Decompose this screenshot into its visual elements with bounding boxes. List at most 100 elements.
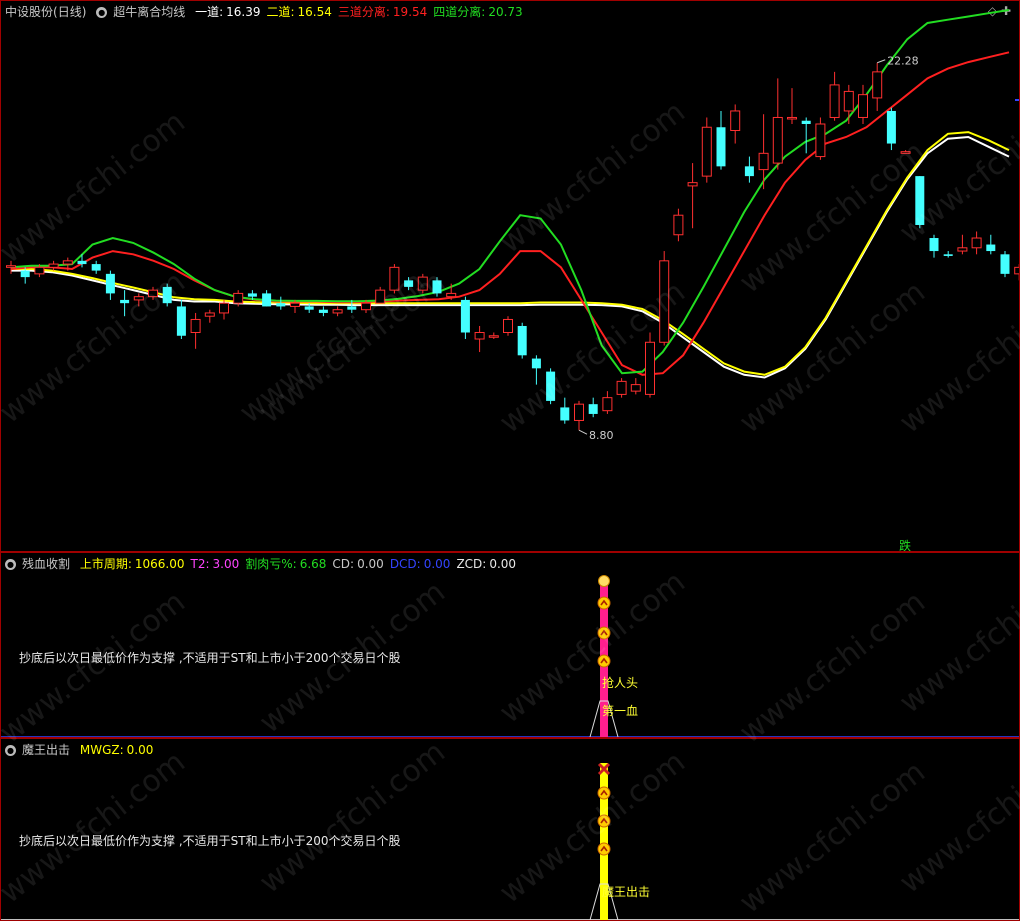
candle-body [843,90,854,112]
indicator2-chart[interactable]: 魔王出击 [1,739,1020,921]
param-value: 16.54 [297,5,332,19]
stock-name[interactable]: 中设股份 [5,5,53,19]
indicator2-pane[interactable]: ● 魔王出击 MWGZ: 0.00 魔王出击 抄底后以次日最低价作为支撑 ,不适用于… [0,738,1020,921]
candle [716,110,726,170]
candle-body [62,260,73,265]
candle-body [6,265,16,268]
candle-body [986,244,996,252]
param-value: 0.00 [423,557,451,571]
param-4: DCD: 0.00 [390,557,451,571]
candle-body [858,94,868,118]
candle-body [900,151,911,154]
indicator2-toggle-icon[interactable]: ● [5,745,16,756]
candle [190,312,201,349]
up-arrow-icon [597,626,611,640]
candle-body [446,292,457,298]
ma-line-四道分离 [10,9,1010,375]
param-value: 0.00 [489,557,517,571]
ma-line-二道 [11,131,1010,376]
param-value: 0.00 [126,743,154,757]
candle-body [560,407,570,421]
candle [957,234,968,255]
indicator1-name[interactable]: 残血收割 [22,557,70,571]
candle [616,378,627,398]
candle-body [176,306,186,336]
param-label: CD: [332,557,355,571]
indicator1-pane[interactable]: ● 残血收割 上市周期: 1066.00 T2: 3.00 割肉亏%: 6.68 CD: 0.0… [0,552,1020,738]
candle [546,368,556,405]
arrow-badge [597,786,611,800]
candle [531,355,541,385]
param-label: 四道分离: [433,5,486,19]
param-value: 3.00 [212,557,240,571]
candle-body [801,120,811,124]
candle [858,84,868,124]
candle [6,260,16,274]
up-arrow-icon [597,654,611,668]
candle-body [247,293,257,297]
candle [474,325,485,353]
candle-body [148,289,158,298]
indicator2-name[interactable]: 魔王出击 [22,743,70,757]
param-label: T2: [190,557,210,571]
candle [645,332,655,398]
indicator-name[interactable]: 超牛离合均线 [113,5,185,19]
candle [701,117,712,183]
candle-body [204,312,215,317]
candle-body [531,358,541,369]
period-label[interactable]: (日线) [53,5,86,19]
candle [801,117,811,154]
candle-body [659,260,670,343]
candle [915,176,925,229]
arrow-badge [597,842,611,856]
candle-body [630,384,641,392]
indicator1-chart[interactable]: 抢人头第一血 [1,553,1020,738]
signal-label-2: 第一血 [602,704,638,718]
param-3: CD: 0.00 [332,557,383,571]
fall-tag: 跌 [899,538,911,552]
candle-body [1014,266,1019,275]
money-bag-icon [598,575,610,587]
indicator1-note: 抄底后以次日最低价作为支撑 ,不适用于ST和上市小于200个交易日个股 [19,651,401,665]
candle [687,163,698,229]
candle [971,231,982,255]
candle [318,306,328,317]
low-marker [578,429,588,435]
candle-body [290,302,300,307]
candle-body [971,237,982,249]
candle-body [673,214,684,236]
candle-body [1000,254,1010,274]
candle [815,117,826,160]
candle-body [815,123,826,158]
candle [787,88,797,124]
param-value: 6.68 [299,557,327,571]
candle-body [120,299,130,304]
candle-body [105,273,115,294]
param-0: 一道: 16.39 [195,5,260,19]
candle-body [77,260,87,265]
candle-body [730,110,741,132]
candle [730,104,741,144]
price-chart[interactable]: 22.28 8.80 跌 [1,1,1020,552]
arrow-badge [597,814,611,828]
candle-body [91,264,101,271]
main-chart-pane[interactable]: 中设股份(日线) ● 超牛离合均线 一道: 16.39 二道: 16.54 三道分离: 19… [0,0,1020,552]
candle-body [375,289,386,304]
indicator1-toggle-icon[interactable]: ● [5,559,16,570]
candle [219,299,229,320]
param-1: 二道: 16.54 [266,5,331,19]
param-value: 0.00 [357,557,384,571]
indicator2-note: 抄底后以次日最低价作为支撑 ,不适用于ST和上市小于200个交易日个股 [19,834,401,848]
candle [120,290,130,317]
arrow-badge [597,654,611,668]
candle-body [347,306,357,310]
param-label: 三道分离: [337,5,390,19]
indicator-toggle-icon[interactable]: ● [96,7,108,18]
main-header: 中设股份(日线) ● 超牛离合均线 一道: 16.39 二道: 16.54 三道分离: 19… [5,4,535,20]
candle [986,234,996,255]
param-5: ZCD: 0.00 [456,557,516,571]
candle-body [616,380,627,395]
indicator2-header: ● 魔王出击 MWGZ: 0.00 [5,742,165,758]
candle [262,290,272,307]
up-arrow-icon [597,786,611,800]
